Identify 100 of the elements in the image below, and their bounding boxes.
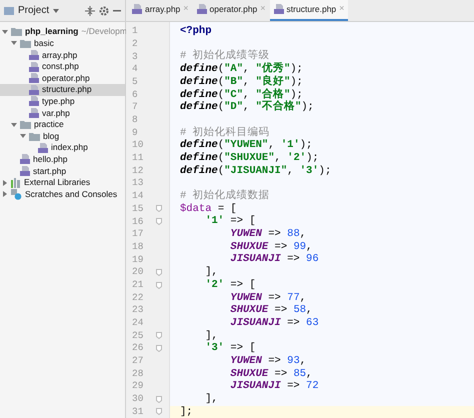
fold-marker-icon[interactable] <box>156 408 162 416</box>
code-line: YUWEN => 88, <box>229 229 306 240</box>
fold-marker-icon[interactable] <box>156 268 162 276</box>
tree-item-label: php_learning <box>25 25 78 38</box>
code-line: define("YUWEN", '1'); <box>179 140 312 151</box>
code-line: # 初始化科目编码 <box>179 128 270 138</box>
expand-arrow-icon[interactable] <box>11 122 17 128</box>
line-number: 28 <box>131 366 144 381</box>
line-number: 22 <box>131 290 144 305</box>
folder-icon <box>29 132 40 141</box>
editor-tab[interactable]: operator.php × <box>192 0 270 21</box>
tree-item-label: start.php <box>33 164 66 178</box>
expand-arrow-icon[interactable] <box>11 40 17 46</box>
line-number: 31 <box>131 404 144 418</box>
code-line: JISUANJI => 72 <box>229 381 319 392</box>
minimize-icon[interactable] <box>113 10 121 12</box>
library-icon <box>11 178 21 188</box>
collapsed-arrow-icon[interactable] <box>2 180 8 186</box>
fold-marker-icon[interactable] <box>156 205 162 212</box>
fold-marker-icon[interactable] <box>156 332 162 340</box>
fold-marker-icon[interactable] <box>156 345 162 352</box>
line-number: 13 <box>131 176 144 190</box>
php-file-icon <box>29 108 39 118</box>
line-number: 11 <box>131 151 144 166</box>
code-line: ], <box>204 330 218 342</box>
code-line: SHUXUE => 85, <box>229 368 312 380</box>
code-line: '1' => [ <box>204 216 256 227</box>
php-file-icon <box>274 4 284 14</box>
tree-item-label: operator.php <box>42 72 90 85</box>
line-number: 1 <box>131 24 139 38</box>
code-line: define("A", "优秀"); <box>179 64 303 75</box>
php-file-icon <box>29 62 39 72</box>
line-number: 16 <box>131 214 144 229</box>
tree-item[interactable]: type.php <box>0 96 125 108</box>
folder-icon <box>20 38 31 48</box>
tree-item[interactable]: index.php <box>0 142 125 154</box>
tree-item[interactable]: operator.php <box>0 72 125 84</box>
scratches-icon <box>11 188 22 200</box>
settings-icon[interactable] <box>99 6 109 16</box>
tree-item[interactable]: blog <box>0 130 125 142</box>
tab-label: structure.php <box>286 2 336 16</box>
editor-tab[interactable]: array.php × <box>128 0 193 21</box>
line-number: 4 <box>131 62 139 76</box>
fold-marker-icon[interactable] <box>156 282 162 289</box>
line-number: 9 <box>131 126 139 140</box>
code-line: SHUXUE => 58, <box>229 305 312 316</box>
line-number: 24 <box>131 316 144 330</box>
tree-item-label: practice <box>34 118 64 131</box>
php-file-icon <box>132 4 142 14</box>
expand-arrow-icon[interactable] <box>2 28 8 35</box>
collapsed-arrow-icon[interactable] <box>2 191 8 198</box>
line-number: 17 <box>131 227 144 242</box>
php-file-icon <box>29 84 39 95</box>
tree-item[interactable]: start.php <box>0 165 125 177</box>
php-file-icon <box>29 50 39 60</box>
line-number: 10 <box>131 138 144 152</box>
code-line: define("SHUXUE", '2'); <box>179 152 319 164</box>
tree-item[interactable]: External Libraries <box>0 176 125 188</box>
tree-item-label: blog <box>43 130 60 143</box>
tree-item[interactable]: basic <box>0 38 125 50</box>
tree-item[interactable]: structure.php <box>0 84 125 96</box>
tab-label: operator.php <box>210 2 258 16</box>
code-line: '3' => [ <box>204 343 256 354</box>
tree-item[interactable]: practice <box>0 118 125 130</box>
line-number: 27 <box>131 354 144 368</box>
line-number: 18 <box>131 240 144 254</box>
tree-item-label: External Libraries <box>24 176 90 189</box>
expand-arrow-icon[interactable] <box>20 133 26 140</box>
panel-title[interactable]: Project <box>18 3 50 18</box>
editor-tab[interactable]: structure.php × <box>270 0 348 21</box>
tree-item[interactable]: php_learning ~/Developm <box>0 26 125 38</box>
tab-label: array.php <box>145 2 180 16</box>
tree-item[interactable]: hello.php <box>0 154 125 166</box>
folder-icon <box>11 27 22 36</box>
php-file-icon <box>29 73 39 84</box>
tree-item-label: array.php <box>42 48 78 62</box>
line-number: 29 <box>131 379 144 394</box>
tree-item[interactable]: const.php <box>0 60 125 72</box>
caret-icon[interactable] <box>53 8 60 12</box>
tree-item-label: basic <box>34 37 54 50</box>
fold-marker-icon[interactable] <box>156 396 162 403</box>
tree-item[interactable]: var.php <box>0 107 125 119</box>
collapse-icon[interactable] <box>85 6 95 16</box>
tree-item-label: var.php <box>42 106 70 120</box>
line-number: 7 <box>131 100 139 114</box>
code-line: $data = [ <box>179 204 237 214</box>
tree-item-label: index.php <box>51 141 88 154</box>
fold-marker-icon[interactable] <box>156 218 162 226</box>
code-line: '2' => [ <box>204 280 256 290</box>
php-file-icon <box>38 142 48 153</box>
php-file-icon <box>196 4 207 14</box>
code-line: define("JISUANJI", '3'); <box>179 166 332 176</box>
tree-item[interactable]: Scratches and Consoles <box>0 188 125 200</box>
tree-item[interactable]: array.php <box>0 49 125 61</box>
line-number: 2 <box>131 36 139 51</box>
line-number: 5 <box>131 74 139 89</box>
code-line: SHUXUE => 99, <box>229 242 312 252</box>
code-line: define("D", "不合格"); <box>179 102 314 113</box>
code-line: ], <box>204 394 218 405</box>
line-number: 30 <box>131 392 144 406</box>
